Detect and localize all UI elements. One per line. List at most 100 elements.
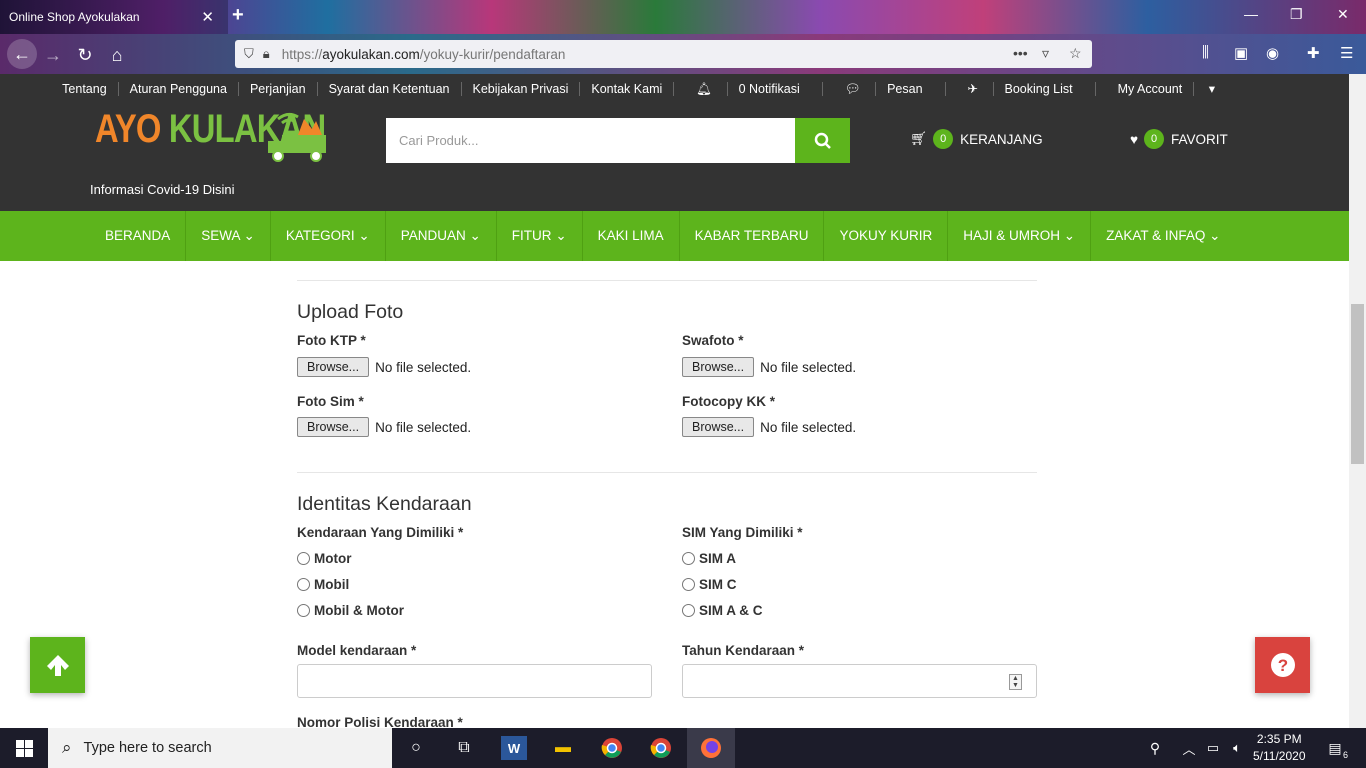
bookmark-star-icon[interactable]: ☆ bbox=[1069, 45, 1082, 62]
menu-sewa[interactable]: SEWA ⌄ bbox=[186, 211, 271, 261]
radio-mobil[interactable]: Mobil bbox=[297, 577, 349, 592]
browse-button[interactable]: Browse... bbox=[682, 417, 755, 437]
taskbar-search[interactable]: ⌕ Type here to search bbox=[48, 728, 392, 768]
year-input[interactable]: ▲ ▼ bbox=[682, 664, 1037, 698]
url-text[interactable]: https://ayokulakan.com/yokuy-kurir/penda… bbox=[282, 47, 566, 62]
tray-chevron-icon[interactable]: ︿ bbox=[1176, 736, 1202, 760]
back-icon[interactable]: ← bbox=[7, 39, 37, 69]
reload-icon[interactable]: ↻ bbox=[72, 42, 98, 68]
more-icon[interactable]: ••• bbox=[1013, 45, 1028, 61]
cart-icon: 🛒︎ bbox=[910, 131, 928, 146]
favorite-count-badge: 0 bbox=[1144, 129, 1165, 149]
radio-circle[interactable] bbox=[682, 578, 695, 591]
file-explorer-icon[interactable]: ▬ bbox=[550, 736, 576, 760]
scroll-to-top-button[interactable] bbox=[30, 637, 85, 693]
toplink-perjanjian[interactable]: Perjanjian bbox=[239, 82, 318, 96]
plane-icon: ✈ bbox=[956, 82, 994, 96]
chevron-down-icon: ⌄ bbox=[1209, 228, 1221, 243]
radio-circle[interactable] bbox=[297, 578, 310, 591]
forward-icon[interactable]: → bbox=[40, 42, 66, 68]
foto-ktp-file-input[interactable]: Browse... No file selected. bbox=[297, 357, 471, 377]
menu-beranda[interactable]: BERANDA bbox=[90, 211, 187, 261]
radio-circle[interactable] bbox=[682, 604, 695, 617]
search-button[interactable] bbox=[795, 118, 850, 163]
radio-sim-a-c[interactable]: SIM A & C bbox=[682, 603, 763, 618]
page-scrollbar[interactable] bbox=[1349, 74, 1366, 728]
maximize-icon[interactable]: ❐ bbox=[1290, 6, 1303, 23]
browse-button[interactable]: Browse... bbox=[682, 357, 755, 377]
radio-sim-c[interactable]: SIM C bbox=[682, 577, 737, 592]
cortana-icon[interactable]: ○ bbox=[403, 736, 429, 760]
people-icon[interactable]: ⚲ bbox=[1142, 736, 1168, 760]
minimize-icon[interactable]: — bbox=[1244, 6, 1258, 22]
radio-motor[interactable]: Motor bbox=[297, 551, 352, 566]
radio-circle[interactable] bbox=[297, 552, 310, 565]
radio-mobil-motor[interactable]: Mobil & Motor bbox=[297, 603, 404, 618]
menu-kaki-lima[interactable]: KAKI LIMA bbox=[583, 211, 680, 261]
menu-haji-umroh[interactable]: HAJI & UMROH ⌄ bbox=[948, 211, 1092, 261]
search-input[interactable]: Cari Produk... bbox=[386, 118, 795, 163]
browser-tab[interactable]: Online Shop Ayokulakan ✕ bbox=[0, 0, 228, 34]
swafoto-file-input[interactable]: Browse... No file selected. bbox=[682, 357, 856, 377]
system-clock[interactable]: 2:35 PM 5/11/2020 bbox=[1253, 731, 1306, 765]
toplink-account[interactable]: My Account ▾ bbox=[1096, 82, 1237, 96]
address-bar[interactable]: ⛉ 🔒︎ https://ayokulakan.com/yokuy-kurir/… bbox=[235, 40, 1092, 68]
help-button[interactable]: ? bbox=[1255, 637, 1310, 693]
chrome-icon[interactable] bbox=[599, 736, 625, 760]
fotocopy-kk-file-input[interactable]: Browse... No file selected. bbox=[682, 417, 856, 437]
browse-button[interactable]: Browse... bbox=[297, 417, 370, 437]
toplink-pesan[interactable]: 💬︎ Pesan bbox=[823, 82, 946, 96]
menu-kabar-terbaru[interactable]: KABAR TERBARU bbox=[680, 211, 825, 261]
foto-sim-file-input[interactable]: Browse... No file selected. bbox=[297, 417, 471, 437]
extension-icon[interactable]: ✚ bbox=[1307, 44, 1320, 62]
browser-titlebar: Online Shop Ayokulakan ✕ + — ❐ ✕ bbox=[0, 0, 1366, 34]
radio-circle[interactable] bbox=[297, 604, 310, 617]
favorite-link[interactable]: ♥ 0 FAVORIT bbox=[1130, 129, 1228, 149]
firefox-icon[interactable] bbox=[687, 728, 735, 768]
task-view-icon[interactable]: ⧉ bbox=[451, 736, 477, 760]
toplink-booking[interactable]: ✈ Booking List bbox=[946, 82, 1096, 96]
menu-kategori[interactable]: KATEGORI ⌄ bbox=[271, 211, 386, 261]
close-window-icon[interactable]: ✕ bbox=[1337, 6, 1349, 23]
scrollbar-thumb[interactable] bbox=[1351, 304, 1364, 464]
sidebar-icon[interactable]: ▣ bbox=[1234, 44, 1248, 62]
menu-zakat-infaq[interactable]: ZAKAT & INFAQ ⌄ bbox=[1091, 211, 1235, 261]
account-icon[interactable]: ◉ bbox=[1266, 44, 1279, 62]
radio-circle[interactable] bbox=[682, 552, 695, 565]
word-icon[interactable]: W bbox=[501, 736, 527, 760]
toplink-aturan[interactable]: Aturan Pengguna bbox=[119, 82, 239, 96]
hamburger-menu-icon[interactable]: ☰ bbox=[1340, 44, 1353, 62]
menu-yokuy-kurir[interactable]: YOKUY KURIR bbox=[824, 211, 949, 261]
close-tab-icon[interactable]: ✕ bbox=[201, 8, 214, 26]
pocket-icon[interactable]: ▿ bbox=[1042, 45, 1049, 62]
library-icon[interactable]: ⫼ bbox=[1202, 44, 1209, 61]
toplink-kontak[interactable]: Kontak Kami bbox=[580, 82, 675, 96]
notification-icon[interactable]: ▤ 6 bbox=[1322, 736, 1348, 761]
question-icon: ? bbox=[1270, 653, 1295, 677]
new-tab-icon[interactable]: + bbox=[232, 4, 244, 27]
covid-info-link[interactable]: Informasi Covid-19 Disini bbox=[90, 182, 235, 197]
cart-count-badge: 0 bbox=[933, 129, 954, 149]
model-input[interactable] bbox=[297, 664, 652, 698]
network-icon[interactable]: ▭ bbox=[1200, 736, 1226, 760]
lock-icon[interactable]: 🔒︎ bbox=[263, 46, 270, 62]
menu-fitur[interactable]: FITUR ⌄ bbox=[497, 211, 583, 261]
svg-text:?: ? bbox=[1277, 656, 1287, 675]
truck-logo-icon bbox=[268, 112, 326, 162]
cart-link[interactable]: 🛒︎ 0 KERANJANG bbox=[910, 129, 1043, 149]
toplink-notifikasi[interactable]: 🔔︎ 0 Notifikasi bbox=[674, 82, 823, 96]
home-icon[interactable]: ⌂ bbox=[104, 42, 130, 68]
menu-panduan[interactable]: PANDUAN ⌄ bbox=[386, 211, 497, 261]
site-header: Tentang Aturan Pengguna Perjanjian Syara… bbox=[0, 74, 1349, 211]
chrome-icon[interactable] bbox=[648, 736, 674, 760]
browse-button[interactable]: Browse... bbox=[297, 357, 370, 377]
number-spinner-icon[interactable]: ▲ ▼ bbox=[1009, 674, 1022, 690]
volume-icon[interactable]: 🔈︎ bbox=[1224, 736, 1250, 760]
shield-icon[interactable]: ⛉ bbox=[244, 46, 254, 62]
radio-sim-a[interactable]: SIM A bbox=[682, 551, 736, 566]
toplink-tentang[interactable]: Tentang bbox=[51, 82, 119, 96]
toplink-syarat[interactable]: Syarat dan Ketentuan bbox=[318, 82, 462, 96]
toplink-kebijakan[interactable]: Kebijakan Privasi bbox=[462, 82, 581, 96]
windows-start-icon[interactable] bbox=[11, 736, 37, 760]
foto-sim-label: Foto Sim * bbox=[297, 394, 364, 409]
